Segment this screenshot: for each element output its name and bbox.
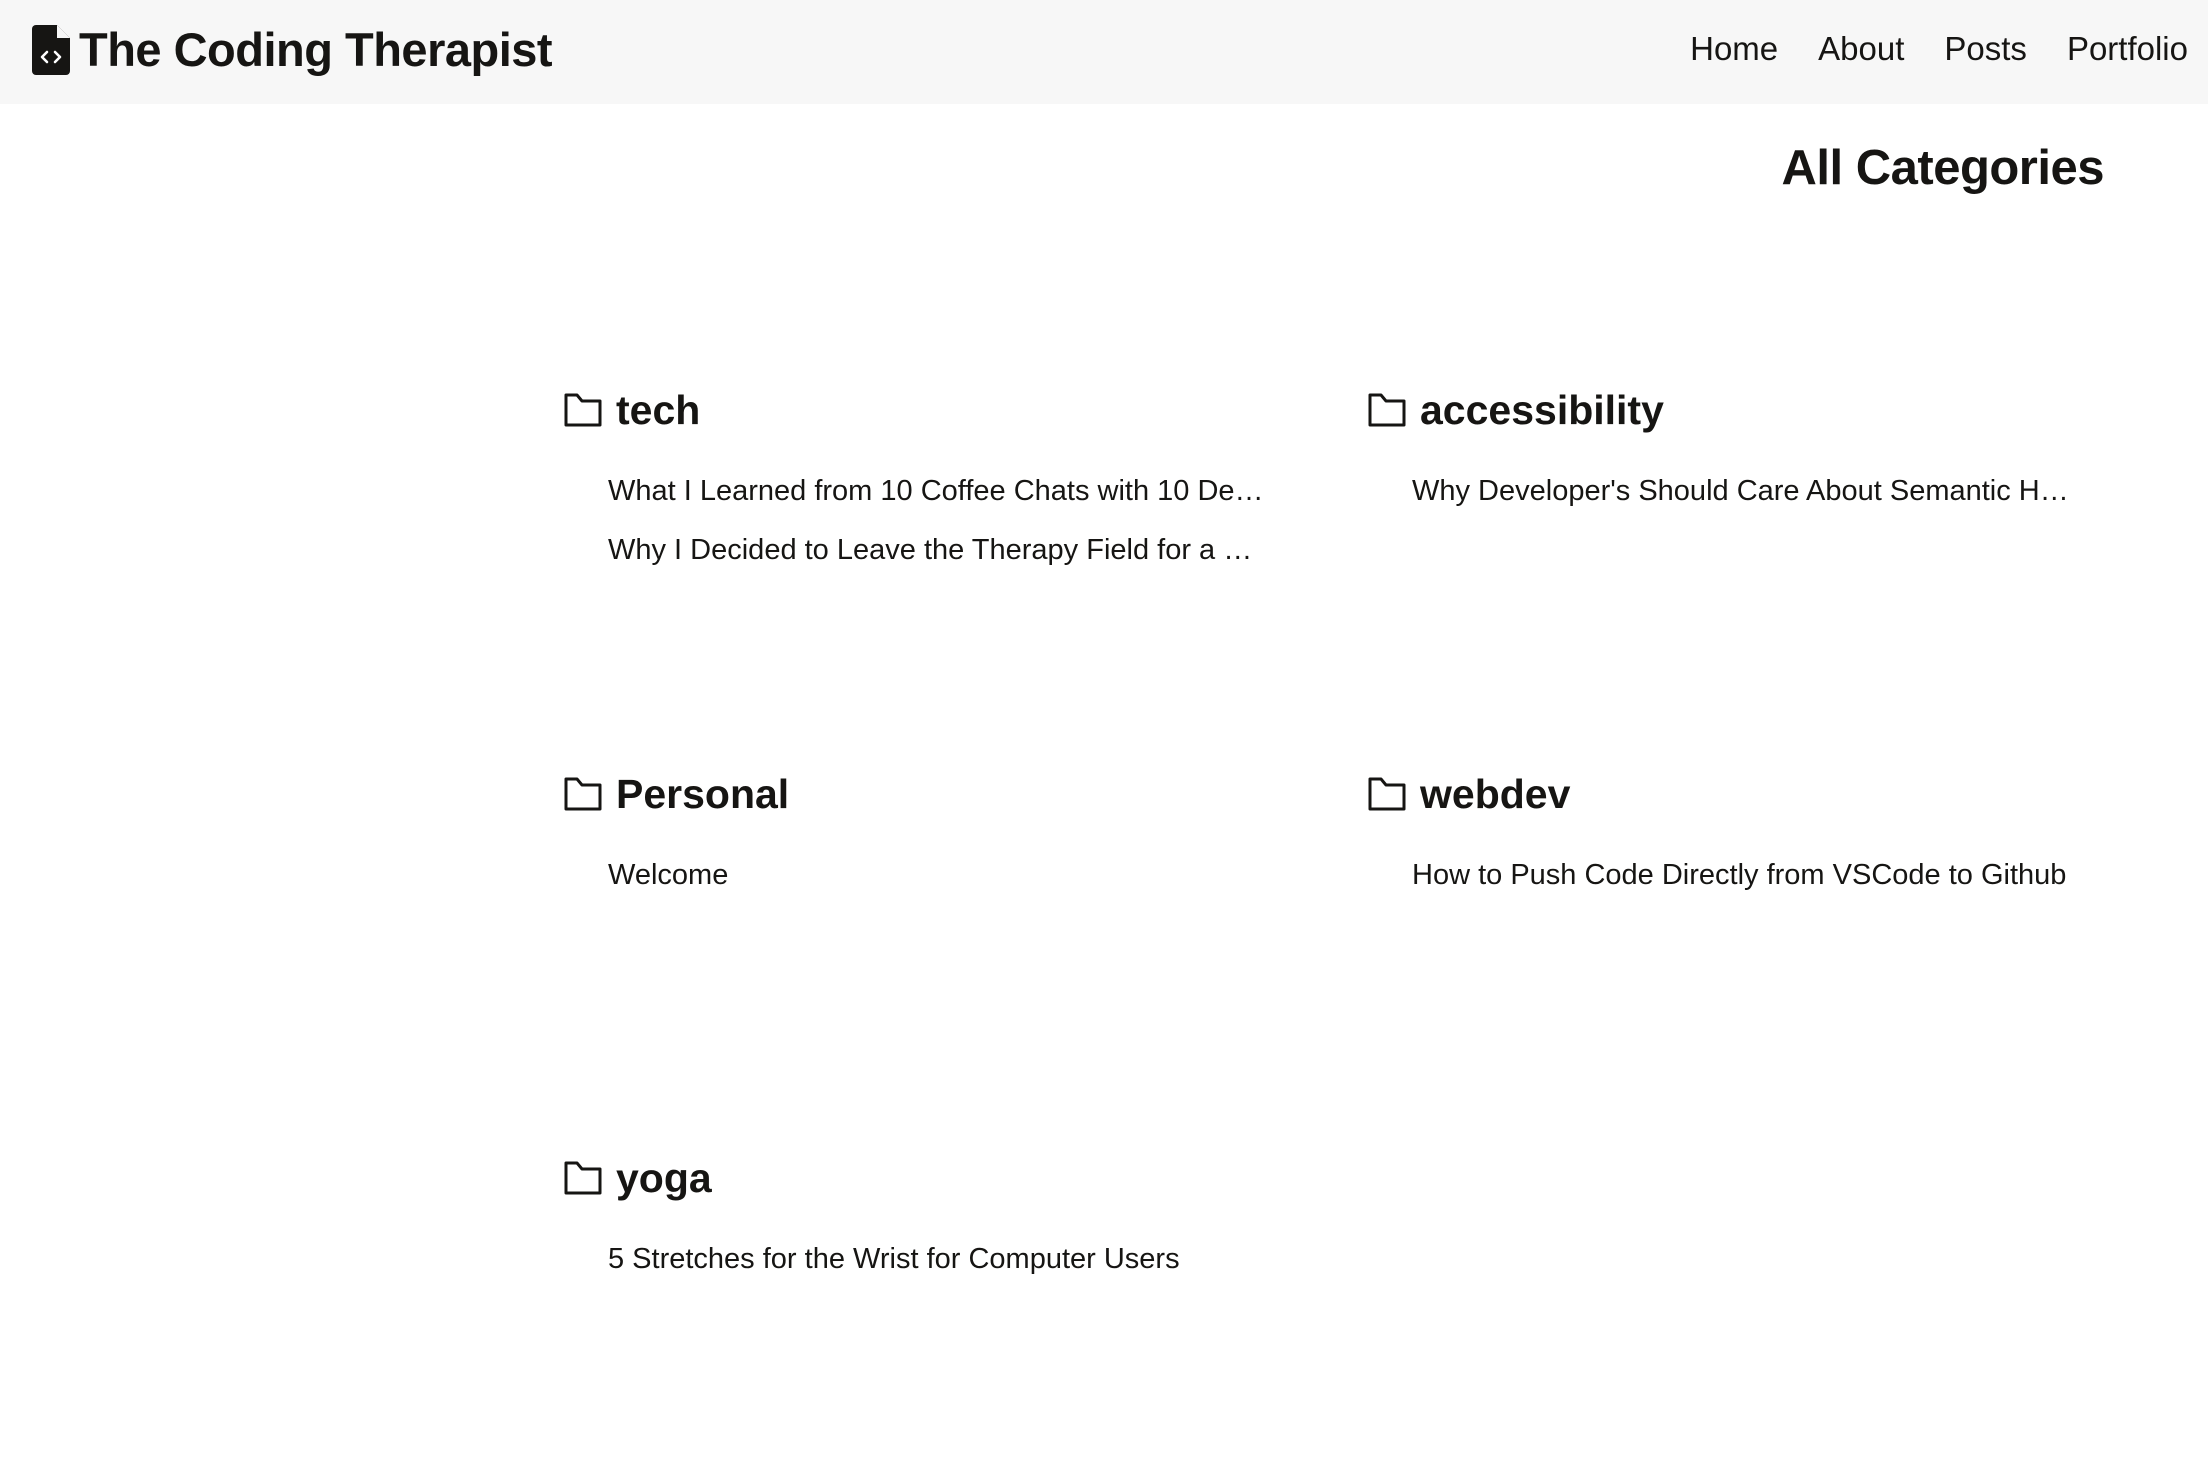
file-code-icon: [32, 25, 70, 75]
category-link-accessibility[interactable]: accessibility: [1366, 380, 2146, 440]
category-card-accessibility: accessibility Why Developer's Should Car…: [1366, 380, 2146, 521]
list-item: Welcome: [608, 846, 1342, 905]
post-link[interactable]: How to Push Code Directly from VSCode to…: [1412, 846, 2072, 905]
folder-icon: [1368, 777, 1406, 811]
folder-icon: [564, 1161, 602, 1195]
category-link-webdev[interactable]: webdev: [1366, 764, 2146, 824]
folder-icon: [564, 393, 602, 427]
list-item: Why Developer's Should Care About Semant…: [1412, 462, 2146, 521]
category-card-personal: Personal Welcome: [562, 764, 1342, 905]
category-name: tech: [616, 387, 701, 433]
post-link[interactable]: Welcome: [608, 846, 1268, 905]
site-title: The Coding Therapist: [79, 23, 553, 76]
post-list: Welcome: [562, 846, 1342, 905]
list-item: 5 Stretches for the Wrist for Computer U…: [608, 1230, 1342, 1289]
folder-icon: [564, 777, 602, 811]
list-item: How to Push Code Directly from VSCode to…: [1412, 846, 2146, 905]
category-link-personal[interactable]: Personal: [562, 764, 1342, 824]
category-link-tech[interactable]: tech: [562, 380, 1342, 440]
main-nav: Home About Posts Portfolio: [1690, 26, 2188, 72]
post-list: Why Developer's Should Care About Semant…: [1366, 462, 2146, 521]
nav-link-portfolio[interactable]: Portfolio: [2067, 26, 2188, 72]
site-navbar: The Coding Therapist Home About Posts Po…: [0, 0, 2208, 104]
post-list: What I Learned from 10 Coffee Chats with…: [562, 462, 1342, 580]
nav-link-home[interactable]: Home: [1690, 26, 1778, 72]
category-name: Personal: [616, 771, 790, 817]
post-link[interactable]: 5 Stretches for the Wrist for Computer U…: [608, 1230, 1268, 1289]
page-title: All Categories: [1781, 141, 2105, 195]
category-name: yoga: [616, 1155, 712, 1201]
folder-icon: [1368, 393, 1406, 427]
list-item: What I Learned from 10 Coffee Chats with…: [608, 462, 1342, 521]
category-link-yoga[interactable]: yoga: [562, 1148, 1342, 1208]
post-link[interactable]: What I Learned from 10 Coffee Chats with…: [608, 462, 1268, 521]
category-card-yoga: yoga 5 Stretches for the Wrist for Compu…: [562, 1148, 1342, 1289]
category-card-tech: tech What I Learned from 10 Coffee Chats…: [562, 380, 1342, 580]
nav-link-about[interactable]: About: [1818, 26, 1904, 72]
category-card-webdev: webdev How to Push Code Directly from VS…: [1366, 764, 2146, 905]
site-brand-link[interactable]: The Coding Therapist: [32, 22, 553, 78]
post-list: 5 Stretches for the Wrist for Computer U…: [562, 1230, 1342, 1289]
post-link[interactable]: Why I Decided to Leave the Therapy Field…: [608, 521, 1268, 580]
nav-link-posts[interactable]: Posts: [1944, 26, 2027, 72]
post-link[interactable]: Why Developer's Should Care About Semant…: [1412, 462, 2072, 521]
category-name: accessibility: [1420, 387, 1664, 433]
category-name: webdev: [1420, 771, 1571, 817]
post-list: How to Push Code Directly from VSCode to…: [1366, 846, 2146, 905]
list-item: Why I Decided to Leave the Therapy Field…: [608, 521, 1342, 580]
